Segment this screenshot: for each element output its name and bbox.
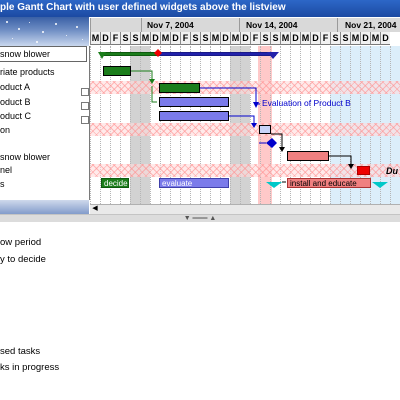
legend-item: sed tasks (0, 346, 41, 357)
dependency-arrows (98, 49, 388, 188)
snow-footer-image (0, 200, 89, 215)
legend-item: y to decide (0, 254, 46, 265)
legend-item: ks in progress (0, 362, 60, 373)
summary-start-marker (98, 52, 106, 59)
summary-end-marker (267, 52, 279, 59)
legend-item: ow period (0, 237, 42, 248)
cyan-marker-right (372, 182, 388, 188)
milestone-marker-blue (266, 138, 277, 148)
milestone-marker-red (154, 49, 162, 57)
scroll-left-arrow-icon[interactable]: ◀ (90, 204, 100, 214)
pane-splitter[interactable]: ▼ ═══ ▲ (0, 214, 400, 222)
gantt-chart-window: ple Gantt Chart with user defined widget… (0, 0, 400, 222)
cyan-marker-left (266, 182, 282, 188)
